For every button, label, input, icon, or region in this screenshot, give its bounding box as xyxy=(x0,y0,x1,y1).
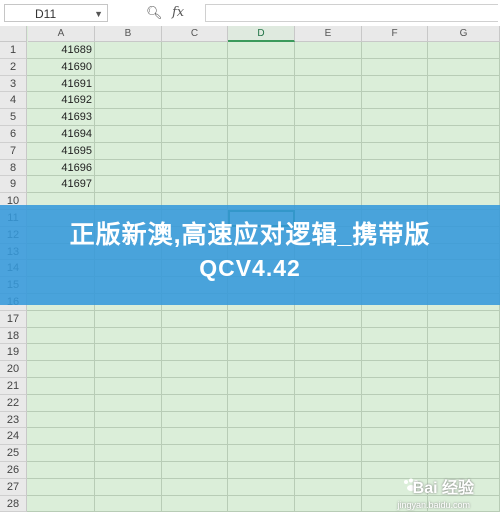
grid-row-line xyxy=(27,461,500,462)
watermark-url: jingyan.baidu.com xyxy=(397,500,470,510)
grid-row-line xyxy=(27,410,500,412)
title-banner: 正版新澳,高速应对逻辑_携带版 QCV4.42 xyxy=(0,205,500,305)
row-header-18[interactable]: 18 xyxy=(0,327,27,345)
grid-row-line xyxy=(27,108,500,110)
grid-row-line xyxy=(27,377,500,378)
column-header-g[interactable]: G xyxy=(428,26,500,42)
grid-row-line xyxy=(27,326,500,328)
row-header-6[interactable]: 6 xyxy=(0,126,27,143)
column-header-a[interactable]: A xyxy=(28,26,95,42)
grid-row-line xyxy=(27,309,500,311)
formula-bar: D11 ▼ 🔍︎ fx xyxy=(0,0,500,27)
cell-a3[interactable]: 41691 xyxy=(28,76,94,92)
grid-row-line xyxy=(27,175,500,177)
row-header-23[interactable]: 23 xyxy=(0,411,27,429)
row-header-9[interactable]: 9 xyxy=(0,176,27,194)
column-header-c[interactable]: C xyxy=(162,26,228,42)
cell-a8[interactable]: 41696 xyxy=(28,160,94,176)
row-header-3[interactable]: 3 xyxy=(0,75,27,93)
cell-a7[interactable]: 41695 xyxy=(28,143,94,159)
row-header-4[interactable]: 4 xyxy=(0,92,27,110)
name-box[interactable]: D11 ▼ xyxy=(4,4,108,22)
select-all-corner[interactable] xyxy=(0,26,27,42)
row-header-24[interactable]: 24 xyxy=(0,428,27,446)
column-header-b[interactable]: B xyxy=(95,26,162,42)
column-header-e[interactable]: E xyxy=(295,26,362,42)
chevron-down-icon[interactable]: ▼ xyxy=(94,5,103,23)
watermark-brand: Bai 经验 xyxy=(412,480,474,497)
grid-row-line xyxy=(27,343,500,345)
grid-row-line xyxy=(27,444,500,446)
grid-row-line xyxy=(27,141,500,143)
cell-a9[interactable]: 41697 xyxy=(28,176,94,192)
column-header-f[interactable]: F xyxy=(362,26,428,42)
row-header-1[interactable]: 1 xyxy=(0,42,27,59)
row-header-7[interactable]: 7 xyxy=(0,142,27,160)
row-header-17[interactable]: 17 xyxy=(0,310,27,328)
banner-title: 正版新澳,高速应对逻辑_携带版 xyxy=(69,221,431,249)
grid-row-line xyxy=(27,74,500,76)
column-header-d[interactable]: D xyxy=(228,26,295,42)
row-header-21[interactable]: 21 xyxy=(0,378,27,395)
row-header-28[interactable]: 28 xyxy=(0,495,27,512)
cell-a5[interactable]: 41693 xyxy=(28,109,94,125)
formula-input[interactable] xyxy=(205,4,498,22)
cell-a1[interactable]: 41689 xyxy=(28,42,94,58)
cell-a4[interactable]: 41692 xyxy=(28,92,94,108)
name-box-value: D11 xyxy=(35,7,57,21)
fx-button[interactable]: fx xyxy=(172,4,184,22)
row-header-25[interactable]: 25 xyxy=(0,445,27,462)
row-header-27[interactable]: 27 xyxy=(0,478,27,496)
row-header-2[interactable]: 2 xyxy=(0,58,27,76)
grid-row-line xyxy=(27,360,500,362)
banner-subtitle: QCV4.42 xyxy=(199,255,301,281)
row-header-19[interactable]: 19 xyxy=(0,344,27,362)
row-header-22[interactable]: 22 xyxy=(0,394,27,412)
row-header-20[interactable]: 20 xyxy=(0,361,27,378)
grid-row-line xyxy=(27,158,500,160)
grid-row-line xyxy=(27,91,500,93)
cell-a6[interactable]: 41694 xyxy=(28,126,94,142)
row-header-26[interactable]: 26 xyxy=(0,462,27,479)
grid-row-line xyxy=(27,57,500,59)
row-header-5[interactable]: 5 xyxy=(0,109,27,126)
zoom-icon[interactable]: 🔍︎ xyxy=(146,4,163,22)
grid-row-line xyxy=(27,125,500,126)
grid-row-line xyxy=(27,393,500,395)
grid-row-line xyxy=(27,192,500,194)
grid-row-line xyxy=(27,427,500,429)
row-header-8[interactable]: 8 xyxy=(0,159,27,177)
cell-a2[interactable]: 41690 xyxy=(28,59,94,75)
